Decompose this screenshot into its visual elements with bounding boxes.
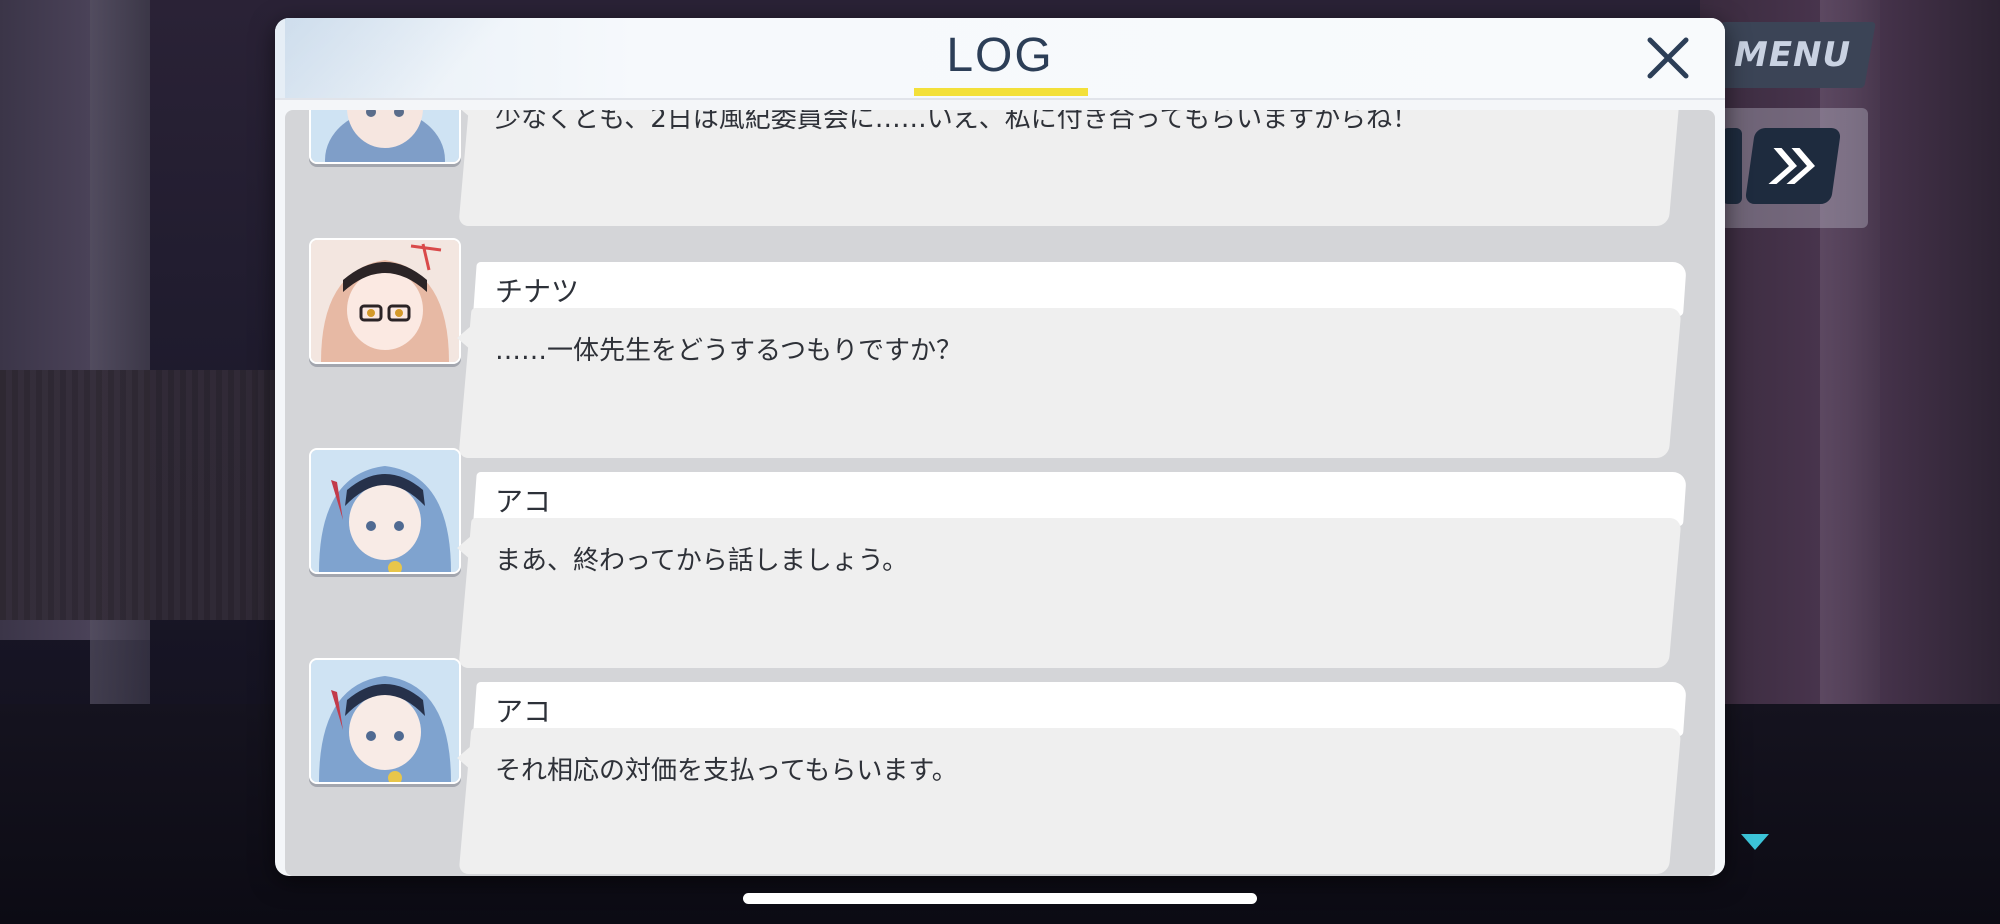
close-button[interactable]: [1640, 30, 1696, 86]
home-indicator[interactable]: [743, 893, 1257, 904]
dialogue-text: 少なくとも、2日は風紀委員会に……いえ、私に付き合ってもらいますからね！: [495, 110, 1419, 134]
double-chevron-right-icon: [1768, 148, 1815, 184]
auto-button[interactable]: [1722, 128, 1742, 204]
dialogue-tail: [457, 110, 471, 118]
close-x-icon: [1647, 37, 1689, 79]
log-title: LOG: [946, 29, 1054, 82]
dialogue-tail: [457, 746, 471, 770]
speaker-name: アコ: [495, 485, 552, 518]
log-dialog: LOG 少なくとも、2日は風紀委員会に……いえ、私に付き合ってもらいますからね！…: [275, 18, 1725, 876]
background-wall-panel: [0, 370, 280, 620]
log-entry: 少なくとも、2日は風紀委員会に……いえ、私に付き合ってもらいますからね！: [285, 110, 1715, 230]
log-list[interactable]: 少なくとも、2日は風紀委員会に……いえ、私に付き合ってもらいますからね！ チナツ: [285, 110, 1715, 876]
title-underline: [914, 88, 1088, 96]
avatar: [309, 448, 461, 574]
skip-button[interactable]: [1744, 128, 1842, 204]
avatar: [309, 110, 461, 164]
speaker-name: アコ: [495, 695, 552, 728]
log-entry: アコ それ相応の対価を支払ってもらいます。: [285, 658, 1715, 876]
log-header: LOG: [275, 18, 1725, 100]
speaker-name: チナツ: [495, 275, 580, 308]
dialogue-text: ……一体先生をどうするつもりですか？: [495, 336, 962, 366]
dialogue-text: それ相応の対価を支払ってもらいます。: [495, 756, 958, 786]
menu-button[interactable]: MENU: [1709, 22, 1876, 88]
avatar: [309, 238, 461, 364]
dialogue-text: まあ、終わってから話しましょう。: [495, 546, 909, 576]
dialogue-tail: [457, 536, 471, 560]
avatar: [309, 658, 461, 784]
log-entry: アコ まあ、終わってから話しましょう。: [285, 448, 1715, 672]
dialogue-tail: [457, 326, 471, 350]
menu-label: MENU: [1733, 35, 1852, 75]
log-entry: チナツ ……一体先生をどうするつもりですか？: [285, 238, 1715, 462]
triangle-down-icon: [1741, 834, 1769, 850]
